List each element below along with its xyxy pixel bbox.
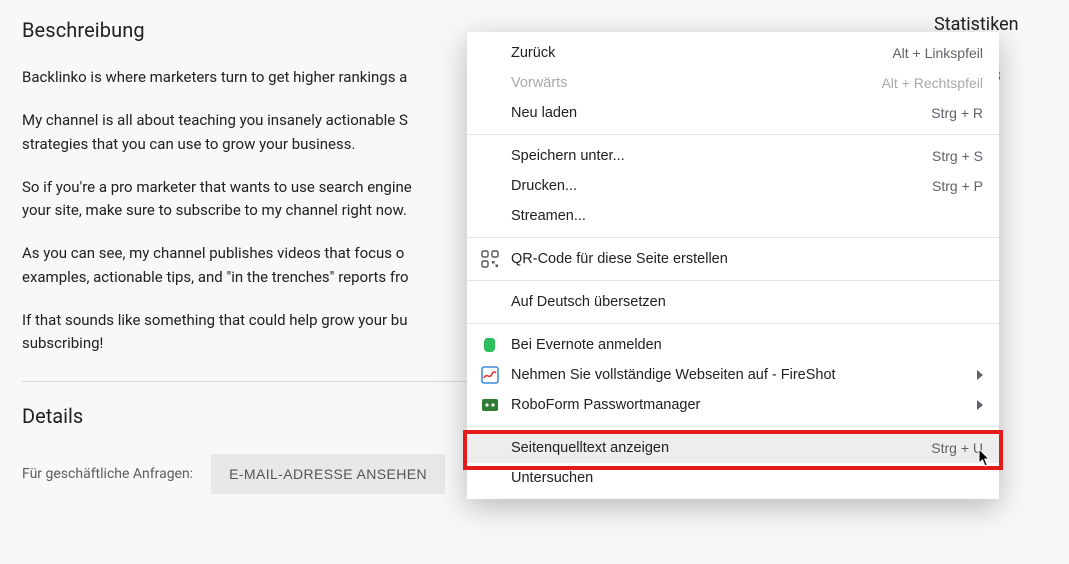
menu-inspect[interactable]: Untersuchen <box>467 463 999 493</box>
menu-shortcut: Alt + Linkspfeil <box>892 45 983 61</box>
menu-save-as[interactable]: Speichern unter... Strg + S <box>467 141 999 171</box>
desc-line: Backlinko is where marketers turn to get… <box>22 68 407 86</box>
roboform-icon <box>481 396 511 414</box>
menu-fireshot[interactable]: Nehmen Sie vollständige Webseiten auf - … <box>467 360 999 390</box>
submenu-arrow-icon <box>977 400 983 410</box>
menu-shortcut: Strg + U <box>931 440 983 456</box>
menu-translate[interactable]: Auf Deutsch übersetzen <box>467 287 999 317</box>
desc-line: As you can see, my channel publishes vid… <box>22 244 404 262</box>
menu-shortcut: Strg + R <box>931 105 983 121</box>
fireshot-icon <box>481 366 511 384</box>
desc-line: your site, make sure to subscribe to my … <box>22 201 407 219</box>
menu-label: Streamen... <box>511 208 983 224</box>
menu-label: RoboForm Passwortmanager <box>511 397 967 413</box>
menu-stream[interactable]: Streamen... <box>467 201 999 231</box>
menu-label: Seitenquelltext anzeigen <box>511 440 931 456</box>
menu-back[interactable]: Zurück Alt + Linkspfeil <box>467 38 999 68</box>
menu-label: Untersuchen <box>511 470 983 486</box>
submenu-arrow-icon <box>977 370 983 380</box>
menu-reload[interactable]: Neu laden Strg + R <box>467 98 999 128</box>
view-email-button[interactable]: E-MAIL-ADRESSE ANSEHEN <box>211 454 445 494</box>
menu-separator <box>467 323 999 324</box>
desc-line: My channel is all about teaching you ins… <box>22 111 408 129</box>
menu-forward: Vorwärts Alt + Rechtspfeil <box>467 68 999 98</box>
desc-line: strategies that you can use to grow your… <box>22 135 355 153</box>
menu-print[interactable]: Drucken... Strg + P <box>467 171 999 201</box>
menu-label: Nehmen Sie vollständige Webseiten auf - … <box>511 367 967 383</box>
desc-line: examples, actionable tips, and "in the t… <box>22 268 409 286</box>
menu-view-source[interactable]: Seitenquelltext anzeigen Strg + U <box>467 433 999 463</box>
menu-label: Speichern unter... <box>511 148 932 164</box>
menu-label: QR-Code für diese Seite erstellen <box>511 251 983 267</box>
menu-shortcut: Strg + S <box>932 148 983 164</box>
business-inquiries-label: Für geschäftliche Anfragen: <box>22 466 193 482</box>
menu-separator <box>467 280 999 281</box>
menu-shortcut: Alt + Rechtspfeil <box>881 75 983 91</box>
menu-separator <box>467 426 999 427</box>
desc-line: If that sounds like something that could… <box>22 311 408 329</box>
desc-line: subscribing! <box>22 334 103 352</box>
menu-roboform[interactable]: RoboForm Passwortmanager <box>467 390 999 420</box>
menu-evernote[interactable]: Bei Evernote anmelden <box>467 330 999 360</box>
menu-label: Auf Deutsch übersetzen <box>511 294 983 310</box>
menu-label: Drucken... <box>511 178 932 194</box>
evernote-icon <box>481 336 511 354</box>
menu-label: Bei Evernote anmelden <box>511 337 983 353</box>
desc-line: So if you're a pro marketer that wants t… <box>22 178 412 196</box>
menu-separator <box>467 134 999 135</box>
menu-separator <box>467 237 999 238</box>
context-menu: Zurück Alt + Linkspfeil Vorwärts Alt + R… <box>467 32 999 499</box>
menu-shortcut: Strg + P <box>932 178 983 194</box>
menu-label: Zurück <box>511 45 892 61</box>
qrcode-icon <box>481 250 511 268</box>
menu-qrcode[interactable]: QR-Code für diese Seite erstellen <box>467 244 999 274</box>
menu-label: Neu laden <box>511 105 931 121</box>
menu-label: Vorwärts <box>511 75 881 91</box>
